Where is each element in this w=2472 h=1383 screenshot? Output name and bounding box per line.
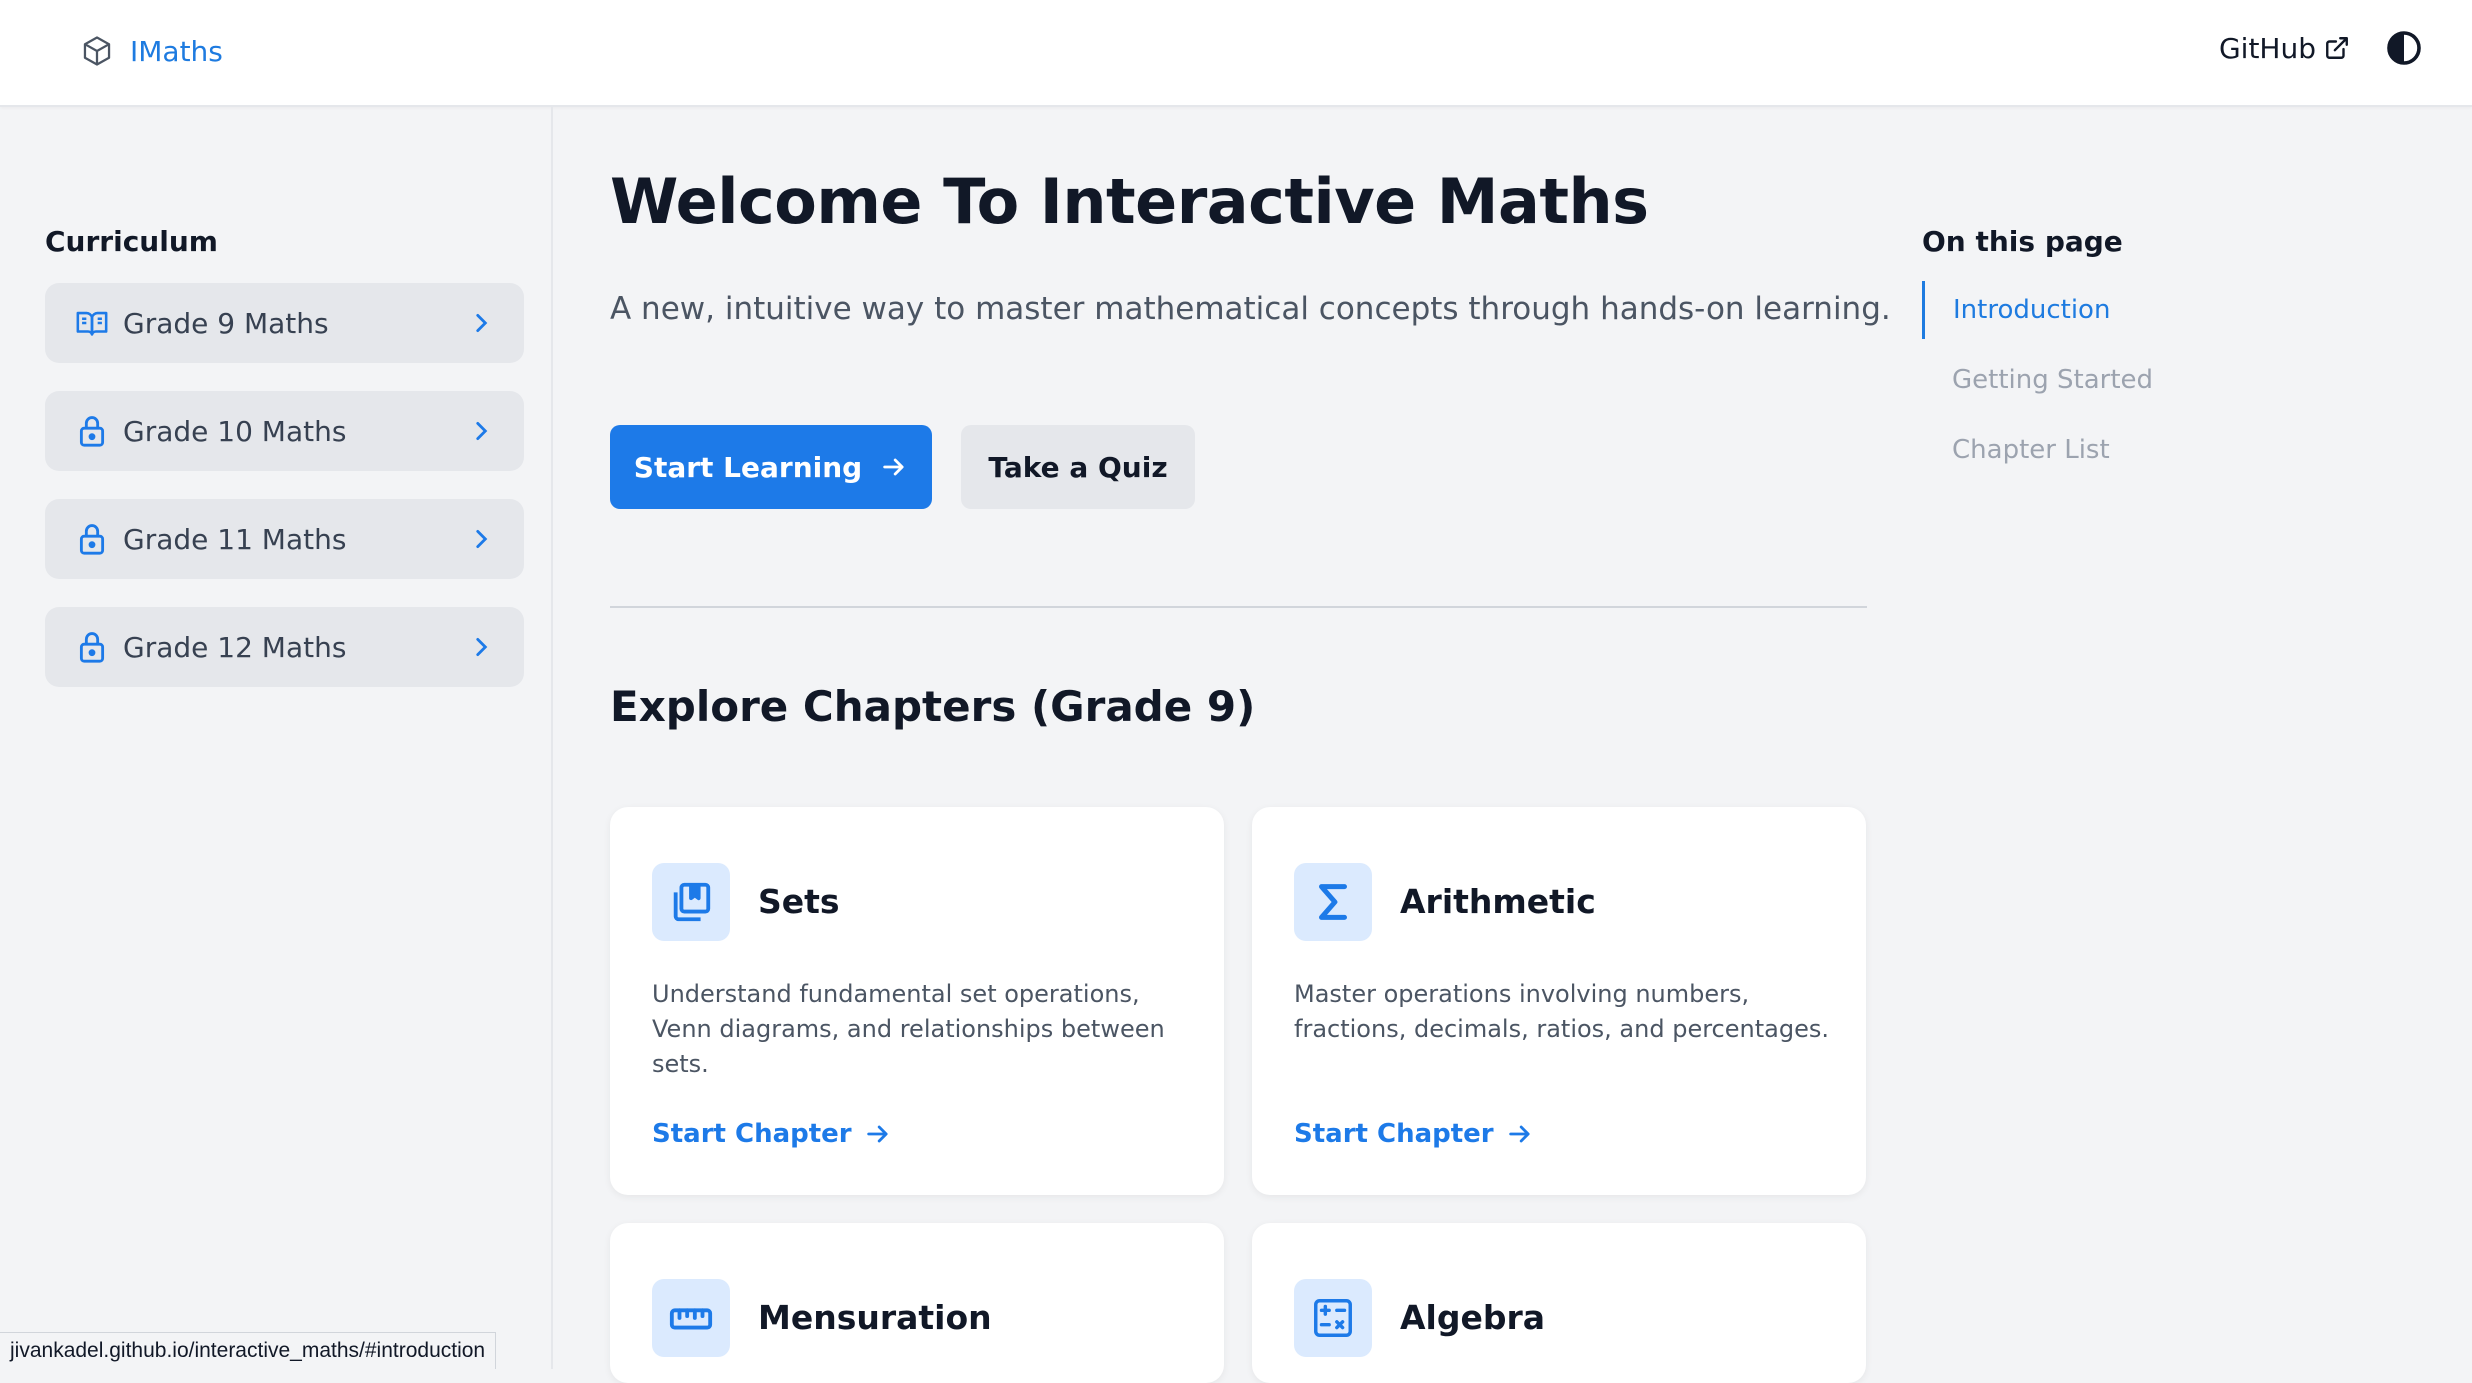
- github-label: GitHub: [2218, 31, 2316, 65]
- section-divider: [610, 606, 1867, 608]
- toc-item-introduction[interactable]: Introduction: [1922, 281, 2110, 339]
- lock-icon: [75, 630, 109, 664]
- start-chapter-link[interactable]: Start Chapter: [1294, 1119, 1534, 1149]
- sidebar-title: Curriculum: [45, 225, 218, 258]
- ruler-icon: [652, 1279, 730, 1357]
- chapter-title: Sets: [758, 882, 840, 921]
- chevron-right-icon: [476, 422, 488, 440]
- chapter-title: Arithmetic: [1400, 882, 1596, 921]
- chevron-right-icon: [476, 314, 488, 332]
- chevron-right-icon: [476, 530, 488, 548]
- sidebar-item-label: Grade 10 Maths: [123, 414, 347, 448]
- start-chapter-link[interactable]: Start Chapter: [652, 1119, 892, 1149]
- toc-item-chapter-list[interactable]: Chapter List: [1922, 421, 2110, 479]
- lock-icon: [75, 522, 109, 556]
- theme-toggle-icon[interactable]: [2386, 30, 2422, 66]
- take-quiz-button[interactable]: Take a Quiz: [961, 425, 1195, 509]
- curriculum-sidebar: Curriculum Grade 9 Maths Grade 10 Maths: [0, 107, 553, 1369]
- sidebar-item-grade-10[interactable]: Grade 10 Maths: [45, 391, 524, 471]
- chapter-card-arithmetic[interactable]: Arithmetic Master operations involving n…: [1252, 807, 1866, 1195]
- chapter-description: Understand fundamental set operations, V…: [652, 980, 1165, 1078]
- toc-item-getting-started[interactable]: Getting Started: [1922, 351, 2153, 409]
- github-link[interactable]: GitHub: [2219, 32, 2350, 65]
- page-title: Welcome To Interactive Maths: [610, 165, 1649, 238]
- app-name: IMaths: [130, 34, 223, 68]
- chapter-card-sets[interactable]: Sets Understand fundamental set operatio…: [610, 807, 1224, 1195]
- lock-icon: [75, 414, 109, 448]
- external-link-icon: [2326, 37, 2348, 59]
- sidebar-item-grade-11[interactable]: Grade 11 Maths: [45, 499, 524, 579]
- chapter-card-algebra[interactable]: Algebra: [1252, 1223, 1866, 1383]
- chapter-card-mensuration[interactable]: Mensuration: [610, 1223, 1224, 1383]
- arrow-right-icon: [1508, 1125, 1530, 1143]
- arrow-right-icon: [866, 1125, 888, 1143]
- chapter-description: Master operations involving numbers, fra…: [1294, 980, 1829, 1043]
- top-navbar: IMaths GitHub: [0, 0, 2472, 107]
- page-subtitle: A new, intuitive way to master mathemati…: [610, 291, 1891, 327]
- cube-icon: [83, 36, 111, 66]
- sidebar-item-label: Grade 12 Maths: [123, 630, 347, 664]
- sidebar-item-grade-12[interactable]: Grade 12 Maths: [45, 607, 524, 687]
- book-open-icon: [75, 306, 109, 340]
- take-quiz-label: Take a Quiz: [988, 450, 1168, 484]
- start-chapter-label: Start Chapter: [1294, 1119, 1494, 1149]
- link-status-bar: jivankadel.github.io/interactive_maths/#…: [0, 1332, 497, 1369]
- home-logo-link[interactable]: IMaths: [80, 34, 223, 68]
- chevron-right-icon: [476, 638, 488, 656]
- chapter-title: Mensuration: [758, 1298, 992, 1337]
- start-learning-label: Start Learning: [633, 450, 863, 484]
- arrow-right-icon: [883, 458, 904, 476]
- calculator-icon: [1294, 1279, 1372, 1357]
- sigma-icon: [1294, 863, 1372, 941]
- start-learning-button[interactable]: Start Learning: [610, 425, 932, 509]
- sidebar-item-grade-9[interactable]: Grade 9 Maths: [45, 283, 524, 363]
- chapters-section-title: Explore Chapters (Grade 9): [610, 682, 1256, 731]
- start-chapter-label: Start Chapter: [652, 1119, 852, 1149]
- sidebar-item-label: Grade 9 Maths: [123, 306, 329, 340]
- chapter-title: Algebra: [1400, 1298, 1546, 1337]
- sidebar-item-label: Grade 11 Maths: [123, 522, 347, 556]
- library-icon: [652, 863, 730, 941]
- toc-title: On this page: [1922, 225, 2123, 258]
